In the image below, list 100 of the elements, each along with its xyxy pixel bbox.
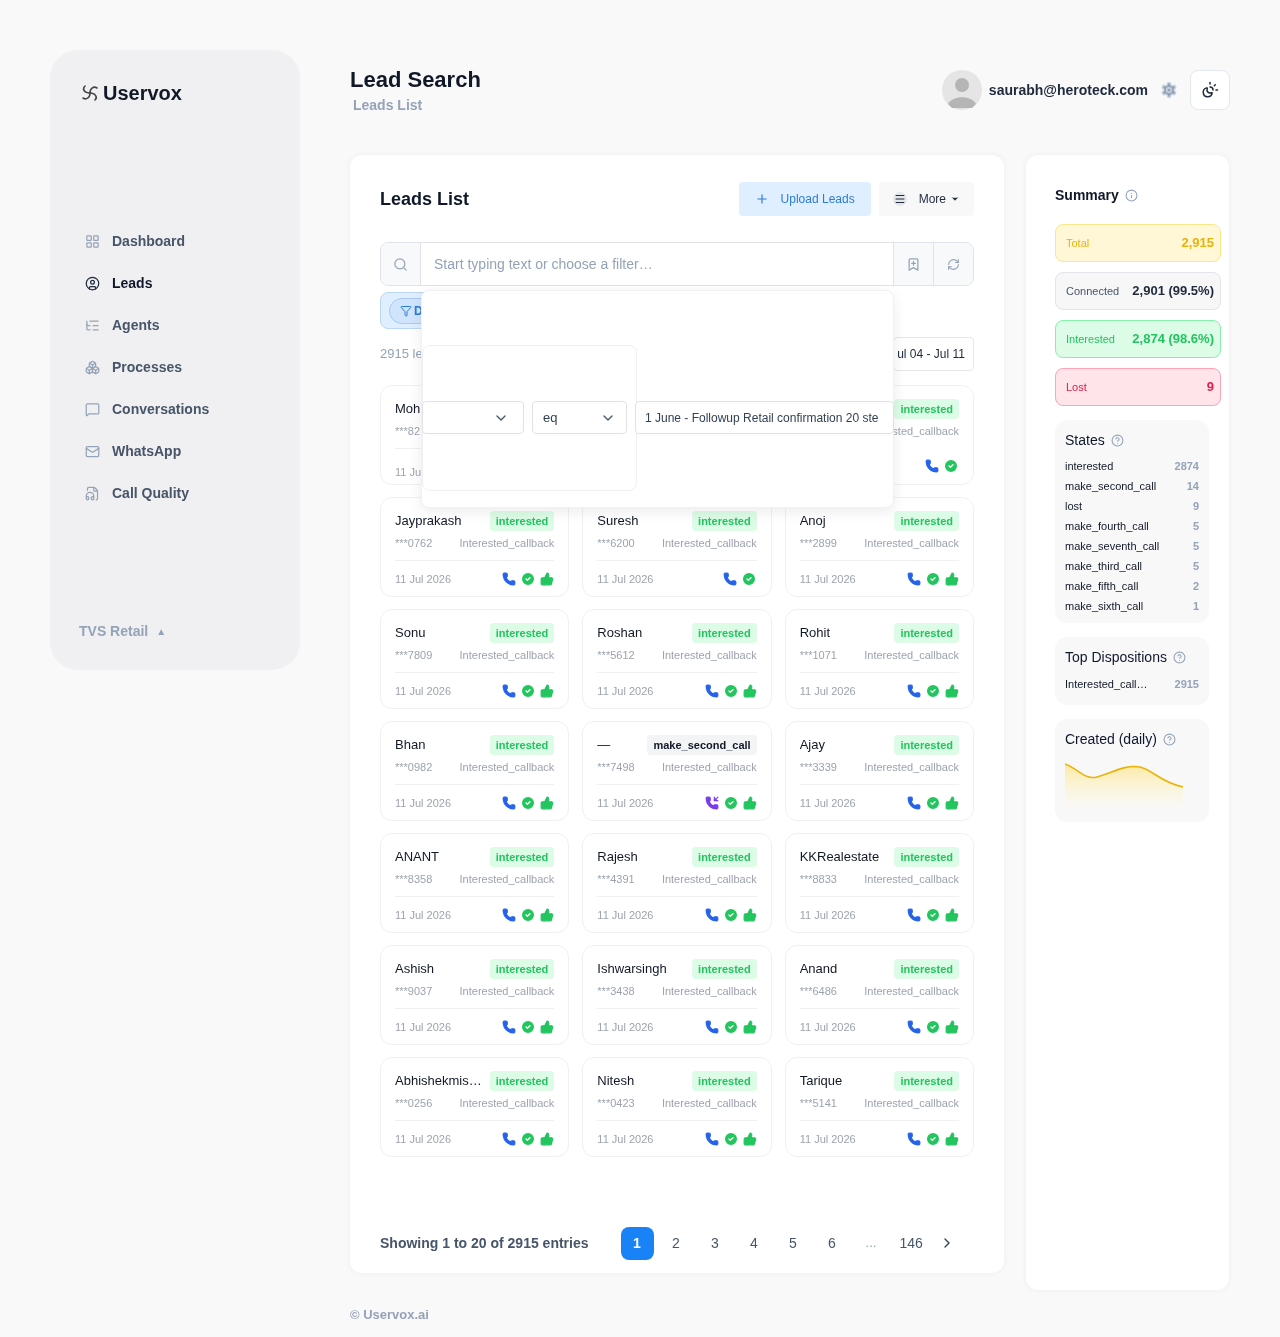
nav-item[interactable]: Agents [79, 314, 271, 336]
disposition-label: Interested_callback [661, 648, 757, 663]
section-title: Created (daily) [1065, 729, 1157, 749]
brand-name: Uservox [103, 81, 182, 106]
pagination-ellipsis: ... [864, 1234, 878, 1253]
lead-date: 11 Jul 2026 [799, 907, 856, 923]
state-count: 2874 [1174, 458, 1199, 474]
search-bar[interactable]: Start typing text or choose a filter… [380, 242, 974, 286]
state-badge: interested [489, 734, 555, 756]
page-subtitle: Leads List [353, 96, 424, 115]
state-badge: make_second_call [647, 734, 757, 756]
disposition-label: Interested_callback [864, 984, 959, 999]
state-badge: interested [692, 622, 757, 644]
disposition-label: sted_callback [892, 424, 959, 439]
lead-date: 11 Jul 2026 [597, 683, 654, 699]
disposition-label: Interested_callback [661, 536, 757, 551]
lead-card[interactable]: Anand interested ***6486 Interested_callback 11 Jul 2026 [784, 945, 974, 1045]
lead-date: 11 Jul 2026 [799, 571, 856, 587]
lead-date: 11 Jul 2026 [395, 683, 452, 699]
lead-card[interactable]: — make_second_call ***7498 Interested_callback 11 Jul 2026 [582, 721, 772, 821]
user-email[interactable]: saurabh@heroteck.com [988, 79, 1148, 101]
state-label: make_second_call [1065, 478, 1157, 494]
info-icon[interactable] [1124, 189, 1138, 202]
nav-item[interactable]: Leads [79, 272, 271, 294]
lead-date: 11 Jul 2026 [395, 571, 452, 587]
help-icon[interactable] [1162, 732, 1176, 746]
disposition-label: Interested_callback [864, 536, 959, 551]
plus-icon [754, 192, 769, 206]
filter-value-field[interactable]: 1 June - Followup Retail confirmation 20 ste [635, 401, 894, 434]
state-count: 5 [1192, 518, 1199, 534]
nav-item[interactable]: Processes [79, 356, 271, 378]
lead-name: Abhishekmis… [395, 1072, 482, 1091]
lead-phone: ***2899 [799, 536, 837, 551]
lead-card[interactable]: Anoj interested ***2899 Interested_callback 11 Jul 2026 [784, 497, 974, 597]
lead-name: KKRealestate [799, 848, 880, 867]
bookmark-icon[interactable] [906, 256, 921, 272]
lead-card[interactable]: Rohit interested ***1071 Interested_callback 11 Jul 2026 [784, 609, 974, 709]
operator-select[interactable]: eq [532, 401, 627, 434]
field-select[interactable] [422, 401, 524, 434]
upload-leads-button[interactable]: Upload Leads [738, 182, 871, 216]
lead-phone: ***8358 [395, 872, 433, 887]
lead-date: 11 Jul 2026 [799, 795, 856, 811]
state-badge: interested [489, 510, 555, 532]
lead-phone: ***5141 [799, 1096, 837, 1111]
lead-card[interactable]: Roshan interested ***5612 Interested_callback 11 Jul 2026 [582, 609, 772, 709]
help-icon[interactable] [1172, 651, 1186, 664]
lead-phone: ***1071 [799, 648, 837, 663]
nav-item[interactable]: Conversations [79, 398, 271, 420]
state-count: 2 [1192, 578, 1199, 594]
lead-card[interactable]: KKRealestate interested ***8833 Interested_callback 11 Jul 2026 [784, 833, 974, 933]
lead-phone: ***8833 [799, 872, 837, 887]
lead-card[interactable]: Jayprakash interested ***0762 Interested_callback 11 Jul 2026 [380, 497, 570, 597]
lead-card[interactable]: ANANT interested ***8358 Interested_callback 11 Jul 2026 [380, 833, 570, 933]
disposition-label: Interested_callback [864, 872, 959, 887]
summary-title: Summary [1055, 186, 1119, 205]
lead-name: Bhan [395, 736, 426, 755]
state-badge: interested [894, 958, 959, 980]
lead-card[interactable]: Ishwarsingh interested ***3438 Interested_callback 11 Jul 2026 [582, 945, 772, 1045]
lead-name: Anoj [799, 512, 826, 531]
disposition-label: Interested_callback [661, 1096, 757, 1111]
lead-card[interactable]: Rajesh interested ***4391 Interested_callback 11 Jul 2026 [582, 833, 772, 933]
lead-name: Ishwarsingh [597, 960, 667, 979]
help-icon[interactable] [1110, 434, 1124, 447]
lead-card[interactable]: Ashish interested ***9037 Interested_callback 11 Jul 2026 [380, 945, 570, 1045]
tree-icon [85, 317, 100, 333]
lead-phone: ***82 [395, 424, 422, 439]
lead-card[interactable]: Abhishekmis… interested ***0256 Interested_callback 11 Jul 2026 [380, 1057, 570, 1157]
stat-label: Total [1066, 235, 1090, 251]
theme-toggle-button[interactable] [1190, 70, 1230, 110]
avatar-icon [941, 70, 982, 110]
page-button[interactable]: 1 [620, 1226, 654, 1260]
lead-card[interactable]: Tarique interested ***5141 Interested_callback 11 Jul 2026 [784, 1057, 974, 1157]
page-title: Lead Search [350, 66, 481, 94]
state-label: make_sixth_call [1065, 598, 1144, 614]
more-button[interactable]: More [878, 182, 974, 216]
lead-date: 11 Jul 2026 [597, 1019, 654, 1035]
nav-item[interactable]: WhatsApp [79, 440, 271, 462]
lead-card[interactable]: Sonu interested ***7809 Interested_callback 11 Jul 2026 [380, 609, 570, 709]
lead-card[interactable]: Nitesh interested ***0423 Interested_callback 11 Jul 2026 [582, 1057, 772, 1157]
lead-phone: ***7809 [395, 648, 433, 663]
lead-name: Sonu [395, 624, 426, 643]
lead-name: Anand [799, 960, 838, 979]
lead-phone: ***0982 [395, 760, 433, 775]
search-icon[interactable] [393, 256, 408, 272]
nav-item[interactable]: Call Quality [79, 482, 271, 504]
nav-item[interactable]: Dashboard [79, 230, 271, 252]
search-field[interactable]: Start typing text or choose a filter… [421, 243, 893, 285]
section-title: Top Dispositions [1065, 648, 1167, 667]
lead-card[interactable]: Ajay interested ***3339 Interested_callback 11 Jul 2026 [784, 721, 974, 821]
settings-icon[interactable] [1160, 81, 1178, 99]
state-badge: interested [894, 398, 959, 420]
lead-phone: ***0256 [395, 1096, 433, 1111]
swirl-logo-icon [79, 83, 101, 103]
refresh-icon[interactable] [947, 257, 960, 271]
boxes-icon [85, 359, 100, 375]
lead-card[interactable]: Bhan interested ***0982 Interested_callback 11 Jul 2026 [380, 721, 570, 821]
audio-file-icon [85, 485, 100, 501]
state-label: make_seventh_call [1065, 538, 1160, 554]
state-badge: interested [894, 846, 959, 868]
lead-date: 11 Jul 2026 [799, 683, 856, 699]
